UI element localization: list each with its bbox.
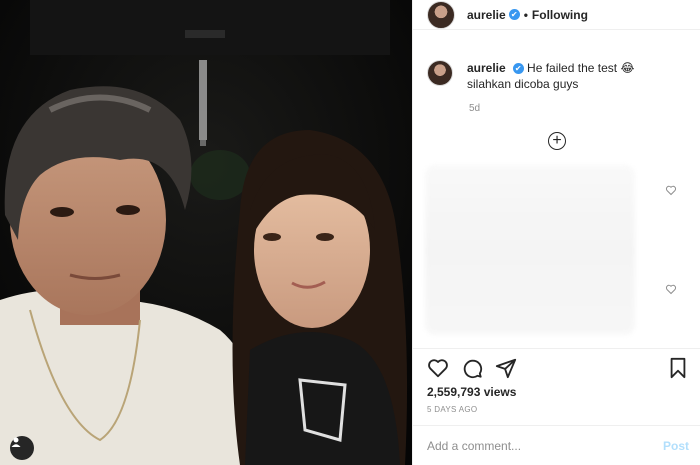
post-header: aurelie ✔ • Following bbox=[413, 0, 700, 30]
post-caption: aurelie ✔ He failed the test 😂 silahkan d… bbox=[427, 60, 690, 92]
comment-icon[interactable] bbox=[461, 357, 483, 379]
caption-verified-badge-icon: ✔ bbox=[512, 63, 524, 75]
post-side-panel: aurelie ✔ • Following aurelie ✔ He failed… bbox=[412, 0, 700, 465]
blurred-comments bbox=[425, 165, 635, 335]
user-tag-button[interactable] bbox=[10, 436, 34, 460]
caption-avatar[interactable] bbox=[427, 60, 453, 86]
caption-text-block: aurelie ✔ He failed the test 😂 silahkan d… bbox=[467, 60, 634, 92]
caption-username[interactable]: aurelie bbox=[467, 61, 506, 75]
comment-like-heart-icon[interactable] bbox=[665, 283, 677, 295]
post-comment-button[interactable]: Post bbox=[663, 439, 689, 453]
bookmark-icon[interactable] bbox=[668, 357, 688, 379]
post-actions bbox=[413, 348, 700, 380]
add-comment-bar: Post bbox=[413, 425, 700, 465]
post-photo[interactable] bbox=[0, 0, 412, 465]
share-icon[interactable] bbox=[495, 357, 517, 379]
avatar[interactable] bbox=[427, 0, 455, 29]
user-tag-icon bbox=[11, 437, 21, 447]
following-button[interactable]: Following bbox=[532, 8, 588, 22]
heart-icon[interactable] bbox=[427, 357, 449, 379]
caption-emoji: 😂 bbox=[620, 61, 635, 75]
load-more-comments-button[interactable]: + bbox=[548, 132, 566, 150]
plus-icon: + bbox=[552, 132, 562, 149]
comment-input[interactable] bbox=[427, 438, 663, 453]
header-username[interactable]: aurelie bbox=[467, 8, 506, 22]
views-count[interactable]: 2,559,793 views bbox=[427, 385, 516, 399]
separator-dot: • bbox=[523, 7, 528, 22]
post-timestamp[interactable]: 5 DAYS AGO bbox=[427, 405, 477, 414]
caption-line2: silahkan dicoba guys bbox=[467, 77, 579, 91]
caption-age: 5d bbox=[469, 103, 481, 114]
caption-text: He failed the test bbox=[527, 61, 618, 75]
verified-badge-icon: ✔ bbox=[508, 9, 520, 20]
comment-like-heart-icon[interactable] bbox=[665, 184, 677, 196]
photo-illustration bbox=[0, 0, 412, 465]
